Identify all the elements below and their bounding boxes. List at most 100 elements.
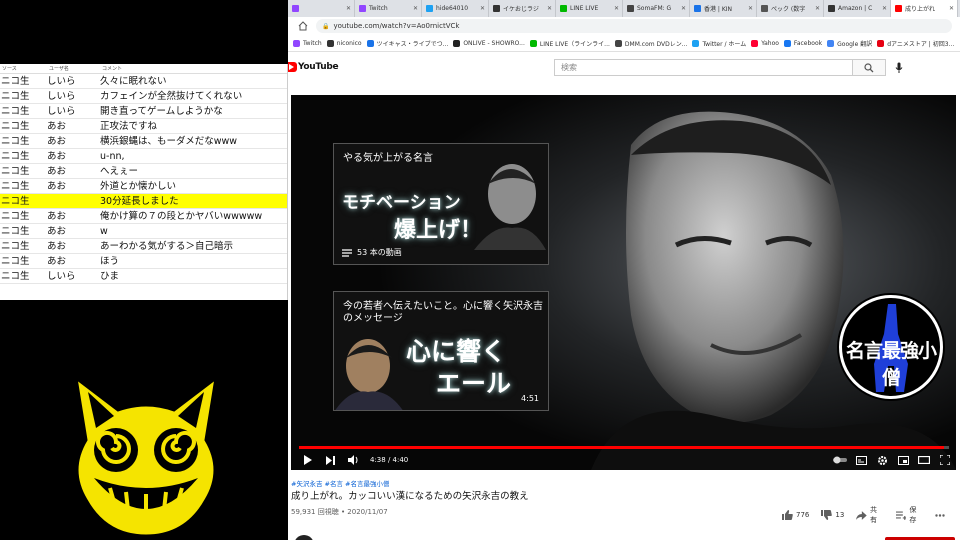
browser-tab[interactable]: 成り上がれ ✕ bbox=[891, 0, 958, 17]
comment-row[interactable]: ニコ生 しいら カフェインが全然抜けてくれない bbox=[0, 89, 287, 104]
comment-row[interactable]: ニコ生 あお 横浜銀蝿は、もーダメだなwww bbox=[0, 134, 287, 149]
subtitles-button[interactable] bbox=[854, 453, 868, 467]
subtitles-icon bbox=[855, 455, 867, 465]
comment-list: ニコ生 しいら 久々に眠れない ニコ生 しいら カフェインが全然抜けてくれない ニコ生 しいら… bbox=[0, 74, 287, 284]
miniplayer-button[interactable] bbox=[896, 453, 910, 467]
comment-row[interactable]: ニコ生 しいら 久々に眠れない bbox=[0, 74, 287, 89]
bookmark-item[interactable]: Google 翻訳 bbox=[827, 39, 872, 48]
close-tab-icon[interactable]: ✕ bbox=[815, 5, 820, 12]
url-field[interactable]: 🔒 youtube.com/watch?v=Ao0rnictVCk bbox=[316, 19, 952, 33]
share-button[interactable]: 共有 bbox=[856, 505, 883, 525]
browser-tab[interactable]: Amazon | C ✕ bbox=[824, 0, 891, 17]
close-tab-icon[interactable]: ✕ bbox=[413, 5, 418, 12]
tab-favicon-icon bbox=[426, 5, 433, 12]
header-comment[interactable]: コメント bbox=[100, 64, 287, 73]
bookmark-item[interactable]: DMM.com DVDレン... bbox=[614, 39, 688, 48]
comment-row[interactable]: ニコ生 しいら ひま bbox=[0, 269, 287, 284]
tab-favicon-icon bbox=[694, 5, 701, 12]
close-tab-icon[interactable]: ✕ bbox=[547, 5, 552, 12]
comment-row[interactable]: ニコ生 あお 俺かけ算の７の段とかヤバいwwwww bbox=[0, 209, 287, 224]
tab-title: 香港 | KIN bbox=[704, 6, 733, 13]
comment-user: あお bbox=[47, 136, 67, 147]
comment-row[interactable]: ニコ生 30分延長しました bbox=[0, 194, 287, 209]
settings-button[interactable] bbox=[875, 453, 889, 467]
video-player[interactable]: やる気が上がる名言 モチベーション 爆上げ！ 53 本の動画 今の若者へ伝えたい… bbox=[291, 95, 956, 470]
bookmark-item[interactable]: Facebook bbox=[783, 39, 822, 47]
tab-title: イケおじラジ bbox=[503, 6, 539, 13]
progress-bar[interactable] bbox=[299, 446, 949, 449]
close-tab-icon[interactable]: ✕ bbox=[681, 5, 686, 12]
bookmark-label: DMM.com DVDレン... bbox=[624, 40, 688, 48]
comment-row[interactable]: ニコ生 あお 正攻法ですね bbox=[0, 119, 287, 134]
comment-user: しいら bbox=[47, 76, 76, 87]
close-tab-icon[interactable]: ✕ bbox=[346, 5, 351, 12]
comment-row[interactable]: ニコ生 しいら 開き直ってゲームしようかな bbox=[0, 104, 287, 119]
play-button[interactable] bbox=[300, 453, 314, 467]
tab-title: Twitch bbox=[369, 5, 388, 12]
tab-title: Amazon | C bbox=[838, 5, 873, 12]
home-button[interactable] bbox=[296, 19, 310, 33]
tab-title: LINE LIVE bbox=[570, 5, 599, 12]
save-button[interactable]: 保存 bbox=[895, 505, 923, 525]
voice-search-button[interactable] bbox=[894, 61, 904, 75]
fullscreen-button[interactable] bbox=[938, 453, 952, 467]
autoplay-toggle[interactable] bbox=[833, 453, 847, 467]
bookmark-item[interactable]: Twitter / ホーム bbox=[692, 39, 746, 48]
like-button[interactable]: 776 bbox=[782, 510, 809, 520]
playlist-card[interactable]: やる気が上がる名言 モチベーション 爆上げ！ 53 本の動画 bbox=[333, 143, 549, 265]
bookmark-item[interactable]: Yahoo bbox=[751, 39, 779, 47]
comment-row[interactable]: ニコ生 あお 外道とか懐かしい bbox=[0, 179, 287, 194]
youtube-play-icon bbox=[288, 62, 297, 72]
theater-mode-button[interactable] bbox=[917, 453, 931, 467]
youtube-logo[interactable]: YouTube bbox=[288, 62, 339, 72]
close-tab-icon[interactable]: ✕ bbox=[949, 5, 954, 12]
comment-row[interactable]: ニコ生 あお あーわかる気がする＞自己暗示 bbox=[0, 239, 287, 254]
channel-avatar[interactable] bbox=[294, 535, 314, 540]
comment-user bbox=[47, 194, 100, 208]
end-screen-video-card[interactable]: 今の若者へ伝えたいこと。心に響く矢沢永吉のメッセージ 心に響く エール 4:51 bbox=[333, 291, 549, 411]
video-card-title: 今の若者へ伝えたいこと。心に響く矢沢永吉のメッセージ bbox=[343, 301, 543, 324]
bookmark-item[interactable]: ONLIVE - SHOWRO... bbox=[453, 39, 525, 47]
like-count: 776 bbox=[796, 511, 810, 519]
browser-tab[interactable]: hide64010 ✕ bbox=[422, 0, 489, 17]
comment-row[interactable]: ニコ生 あお へえぇー bbox=[0, 164, 287, 179]
next-button[interactable] bbox=[323, 453, 337, 467]
player-controls-right bbox=[826, 453, 952, 467]
dislike-button[interactable]: 13 bbox=[821, 510, 844, 520]
comment-row[interactable]: ニコ生 あお ほう bbox=[0, 254, 287, 269]
bookmark-item[interactable]: ツイキャス・ライブでつ... bbox=[366, 39, 448, 48]
browser-tab[interactable]: 香港 | KIN ✕ bbox=[690, 0, 757, 17]
tab-title: SomaFM: G bbox=[637, 5, 672, 12]
play-icon bbox=[303, 455, 312, 465]
channel-watermark[interactable]: 名言最強小僧 bbox=[839, 295, 943, 399]
close-tab-icon[interactable]: ✕ bbox=[882, 5, 887, 12]
browser-tab[interactable]: イケおじラジ ✕ bbox=[489, 0, 556, 17]
search-input[interactable]: 検索 bbox=[554, 59, 853, 76]
bookmark-item[interactable]: LINE LIVE（ラインライ... bbox=[529, 39, 610, 48]
header-user[interactable]: ユーザ名 bbox=[47, 64, 100, 73]
browser-tab[interactable]: Twitch ✕ bbox=[355, 0, 422, 17]
comment-row[interactable]: ニコ生 あお u-nn, bbox=[0, 149, 287, 164]
more-actions-button[interactable] bbox=[935, 513, 948, 517]
bookmark-item[interactable]: niconico bbox=[326, 39, 362, 47]
bookmark-favicon-icon bbox=[614, 39, 622, 47]
browser-tab[interactable]: LINE LIVE ✕ bbox=[556, 0, 623, 17]
header-source[interactable]: ソース bbox=[0, 64, 47, 73]
progress-fill bbox=[299, 446, 945, 449]
next-icon bbox=[325, 455, 335, 465]
browser-tab[interactable]: SomaFM: G ✕ bbox=[623, 0, 690, 17]
bookmark-favicon-icon bbox=[751, 39, 759, 47]
comment-row[interactable]: ニコ生 あお w bbox=[0, 224, 287, 239]
browser-tab[interactable]: ✕ bbox=[288, 0, 355, 17]
autoplay-toggle-icon bbox=[833, 456, 847, 464]
volume-button[interactable] bbox=[346, 453, 360, 467]
bookmark-item[interactable]: dアニメストア | 初回3... bbox=[877, 39, 954, 48]
bookmark-item[interactable]: Twitch bbox=[293, 39, 322, 47]
hashtags[interactable]: #矢沢永吉 #名言 #名言最強小僧 bbox=[291, 478, 389, 488]
close-tab-icon[interactable]: ✕ bbox=[748, 5, 753, 12]
search-button[interactable] bbox=[853, 59, 886, 76]
close-tab-icon[interactable]: ✕ bbox=[614, 5, 619, 12]
browser-tab[interactable]: ペック (数字 ✕ bbox=[757, 0, 824, 17]
comment-user: あお bbox=[47, 211, 67, 222]
close-tab-icon[interactable]: ✕ bbox=[480, 5, 485, 12]
